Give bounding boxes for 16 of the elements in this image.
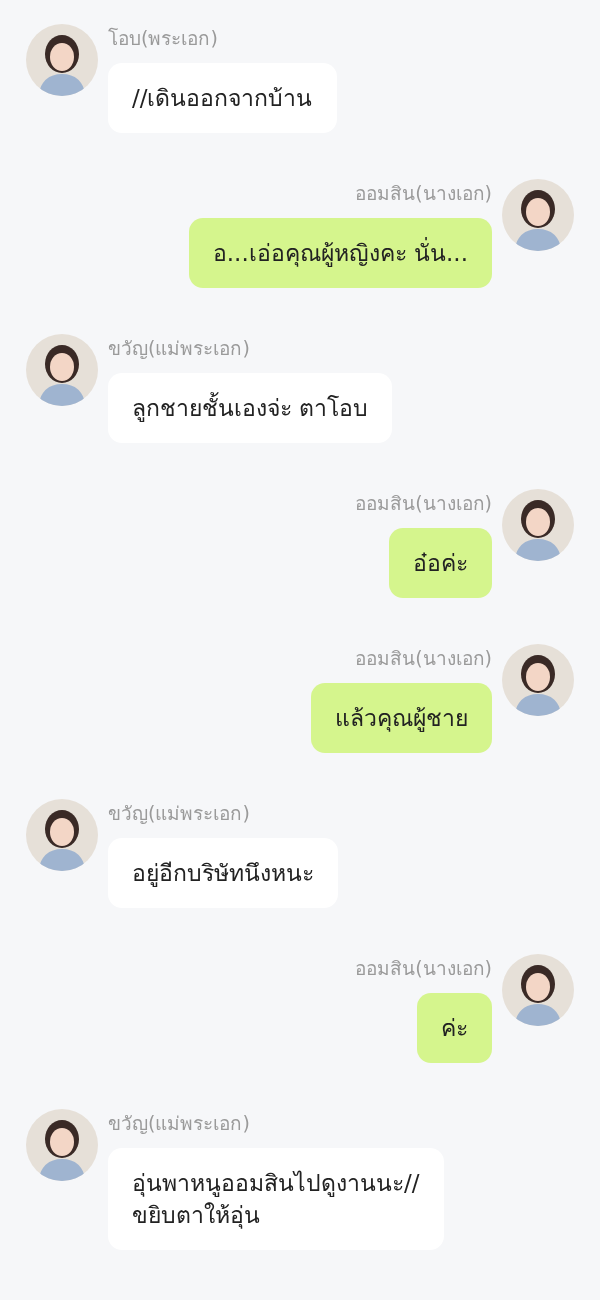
message-bubble: ค่ะ [417,993,492,1063]
sender-name: ออมสิน(นางเอก) [355,181,492,206]
message-bubble: อุ่นพาหนูออมสินไปดูงานนะ// ขยิบตาให้อุ่น [108,1148,444,1250]
message-bubble: อยู่อีกบริษัทนึงหนะ [108,838,338,908]
sender-name: ออมสิน(นางเอก) [355,646,492,671]
sender-name: ขวัญ(แม่พระเอก) [108,801,250,826]
sender-name: ขวัญ(แม่พระเอก) [108,1111,250,1136]
sender-name: ขวัญ(แม่พระเอก) [108,336,250,361]
sender-name: ออมสิน(นางเอก) [355,491,492,516]
message-bubble: แล้วคุณผู้ชาย [311,683,492,753]
sender-name: ออมสิน(นางเอก) [355,956,492,981]
message-bubble: //เดินออกจากบ้าน [108,63,337,133]
sender-name: โอบ(พระเอก) [108,26,218,51]
message-bubble: ลูกชายชั้นเองจ่ะ ตาโอบ [108,373,393,443]
message-bubble: อ๋อค่ะ [389,528,492,598]
message-bubble: อ...เอ่อคุณผู้หญิงคะ นั่น... [188,218,492,288]
